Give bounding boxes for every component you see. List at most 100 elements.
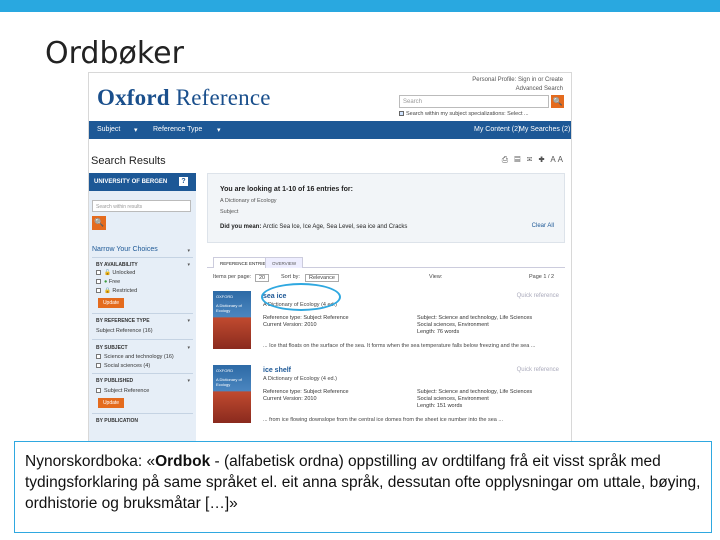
results-main: You are looking at 1-10 of 16 entries fo…: [207, 173, 567, 441]
entry-snippet: ... Ice that floats on the surface of th…: [263, 343, 536, 349]
entry-version: Current Version: 2010: [263, 396, 317, 402]
entry-subject-line: Social sciences, Environment: [417, 396, 489, 402]
search-within-results-input[interactable]: Search within results: [92, 200, 191, 212]
entry-length: Length: 151 words: [417, 403, 463, 409]
filter-published[interactable]: Subject Reference: [96, 388, 149, 394]
checkbox-icon[interactable]: [399, 111, 404, 117]
nav-caret-icon: ▾: [134, 127, 138, 134]
reftype-heading: BY REFERENCE TYPE: [96, 318, 150, 324]
search-within-option[interactable]: Search within my subject specializations…: [399, 111, 529, 117]
entry-type-badge: Quick reference: [516, 367, 559, 373]
definition-term: Ordbok: [155, 453, 211, 470]
slide-title: Ordbøker: [45, 36, 184, 71]
nav-subject[interactable]: Subject: [97, 126, 120, 133]
filter-free[interactable]: ● Free: [96, 279, 120, 285]
subject-heading: BY SUBJECT: [96, 345, 128, 351]
search-results-heading: Search Results: [91, 155, 166, 167]
sidebar: UNIVERSITY OF BERGEN? Search within resu…: [89, 173, 196, 441]
definition-source: Nynorskordboka: «: [25, 453, 156, 470]
cover-title: A Dictionary of Ecology: [216, 377, 242, 387]
clear-all-link[interactable]: Clear All: [532, 223, 554, 229]
cover-brand: OXFORD: [216, 368, 234, 373]
logo-oxford: Oxford: [97, 85, 170, 110]
nav-reference-type[interactable]: Reference Type: [153, 126, 202, 133]
filter-restricted[interactable]: 🔒 Restricted: [96, 288, 137, 294]
lock-closed-icon: 🔒: [104, 288, 111, 294]
checkbox-icon[interactable]: [96, 288, 101, 294]
update-button[interactable]: Update: [98, 398, 124, 408]
caret-down-icon[interactable]: ▾: [187, 345, 190, 351]
book-cover-image[interactable]: OXFORD A Dictionary of Ecology: [213, 291, 251, 349]
main-search-input[interactable]: Search: [399, 95, 549, 108]
view-label[interactable]: View:: [429, 274, 442, 280]
entry-length: Length: 76 words: [417, 329, 460, 335]
filter-label: Subject Reference: [104, 388, 150, 394]
results-tools-icons[interactable]: ⎙ ▤ ✉ ✚ AA: [502, 155, 565, 165]
update-button[interactable]: Update: [98, 298, 124, 308]
per-page-select[interactable]: 20: [255, 274, 270, 282]
top-accent-bar: [0, 0, 720, 12]
checkbox-icon[interactable]: [96, 354, 101, 360]
query-term[interactable]: A Dictionary of Ecology: [220, 198, 277, 204]
nav-my-searches[interactable]: My Searches (2): [519, 126, 570, 133]
availability-heading: BY AVAILABILITY: [96, 262, 138, 268]
entry-subject-line: Subject: Science and technology, Life Sc…: [417, 315, 533, 321]
filter-label: Social sciences (4): [104, 363, 151, 369]
entry-meta: Reference type: Subject Reference Curren…: [263, 389, 349, 403]
checkbox-icon[interactable]: [96, 279, 101, 285]
entry-source[interactable]: A Dictionary of Ecology (4 ed.): [263, 376, 337, 382]
entry-title[interactable]: ice shelf: [263, 367, 291, 374]
checkbox-icon[interactable]: [96, 388, 101, 394]
cover-title: A Dictionary of Ecology: [216, 303, 242, 313]
entry-version: Current Version: 2010: [263, 322, 317, 328]
divider: [92, 257, 193, 258]
search-icon[interactable]: 🔍: [551, 95, 564, 108]
help-icon[interactable]: ?: [179, 177, 188, 186]
sort-label: Sort by:: [281, 274, 300, 280]
query-summary-panel: You are looking at 1-10 of 16 entries fo…: [207, 173, 565, 243]
entry-meta: Reference type: Subject Reference Curren…: [263, 315, 349, 329]
caret-down-icon[interactable]: ▾: [187, 248, 190, 254]
publication-heading: BY PUBLICATION: [96, 418, 139, 424]
did-you-mean-suggestions[interactable]: Arctic Sea Ice, Ice Age, Sea Level, sea …: [263, 224, 408, 230]
filter-subject-reference[interactable]: Subject Reference (16): [96, 328, 153, 334]
entry-type-badge: Quick reference: [516, 293, 559, 299]
tab-overview[interactable]: OVERVIEW: [265, 257, 304, 268]
caret-down-icon[interactable]: ▾: [187, 378, 190, 384]
filter-label: Unlocked: [112, 270, 136, 276]
institution-name: UNIVERSITY OF BERGEN: [94, 179, 168, 185]
entry-reftype: Reference type: Subject Reference: [263, 389, 349, 395]
filter-science[interactable]: Science and technology (16): [96, 354, 174, 360]
institution-bar: UNIVERSITY OF BERGEN?: [89, 173, 196, 191]
nav-my-content[interactable]: My Content (2): [474, 126, 520, 133]
caret-down-icon[interactable]: ▾: [187, 318, 190, 324]
book-cover-image[interactable]: OXFORD A Dictionary of Ecology: [213, 365, 251, 423]
free-icon: ●: [104, 279, 108, 285]
sort-select[interactable]: Relevance: [305, 274, 339, 282]
checkbox-icon[interactable]: [96, 270, 101, 276]
entry-subject-line: Subject: Science and technology, Life Sc…: [417, 389, 533, 395]
filter-label: Restricted: [112, 288, 138, 294]
logo-reference: Reference: [169, 85, 271, 110]
did-you-mean: Did you mean: Arctic Sea Ice, Ice Age, S…: [220, 223, 420, 231]
search-icon[interactable]: 🔍: [92, 216, 106, 230]
divider: [92, 413, 193, 414]
definition-callout: Nynorskordboka: «Ordbok - (alfabetisk or…: [14, 441, 712, 533]
per-page-label: Items per page:: [213, 274, 252, 280]
nav-caret-icon: ▾: [217, 127, 221, 134]
entry-reftype: Reference type: Subject Reference: [263, 315, 349, 321]
checkbox-icon[interactable]: [96, 363, 101, 369]
published-heading: BY PUBLISHED: [96, 378, 134, 384]
divider: [92, 373, 193, 374]
main-nav-bar: Subject ▾ Reference Type ▾ My Content (2…: [89, 121, 571, 139]
oxford-reference-logo[interactable]: Oxford Reference: [97, 85, 271, 111]
query-term[interactable]: Subject: [220, 209, 238, 215]
account-links[interactable]: Personal Profile: Sign in or Create Adva…: [472, 76, 563, 94]
advanced-search-link[interactable]: Advanced Search: [472, 85, 563, 94]
entry-subject: Subject: Science and technology, Life Sc…: [417, 315, 532, 336]
profile-link[interactable]: Personal Profile: Sign in or Create: [472, 76, 563, 85]
search-within-label: Search within my subject specializations…: [406, 111, 529, 117]
filter-social[interactable]: Social sciences (4): [96, 363, 150, 369]
caret-down-icon[interactable]: ▾: [187, 262, 190, 268]
filter-unlocked[interactable]: 🔓 Unlocked: [96, 270, 135, 276]
